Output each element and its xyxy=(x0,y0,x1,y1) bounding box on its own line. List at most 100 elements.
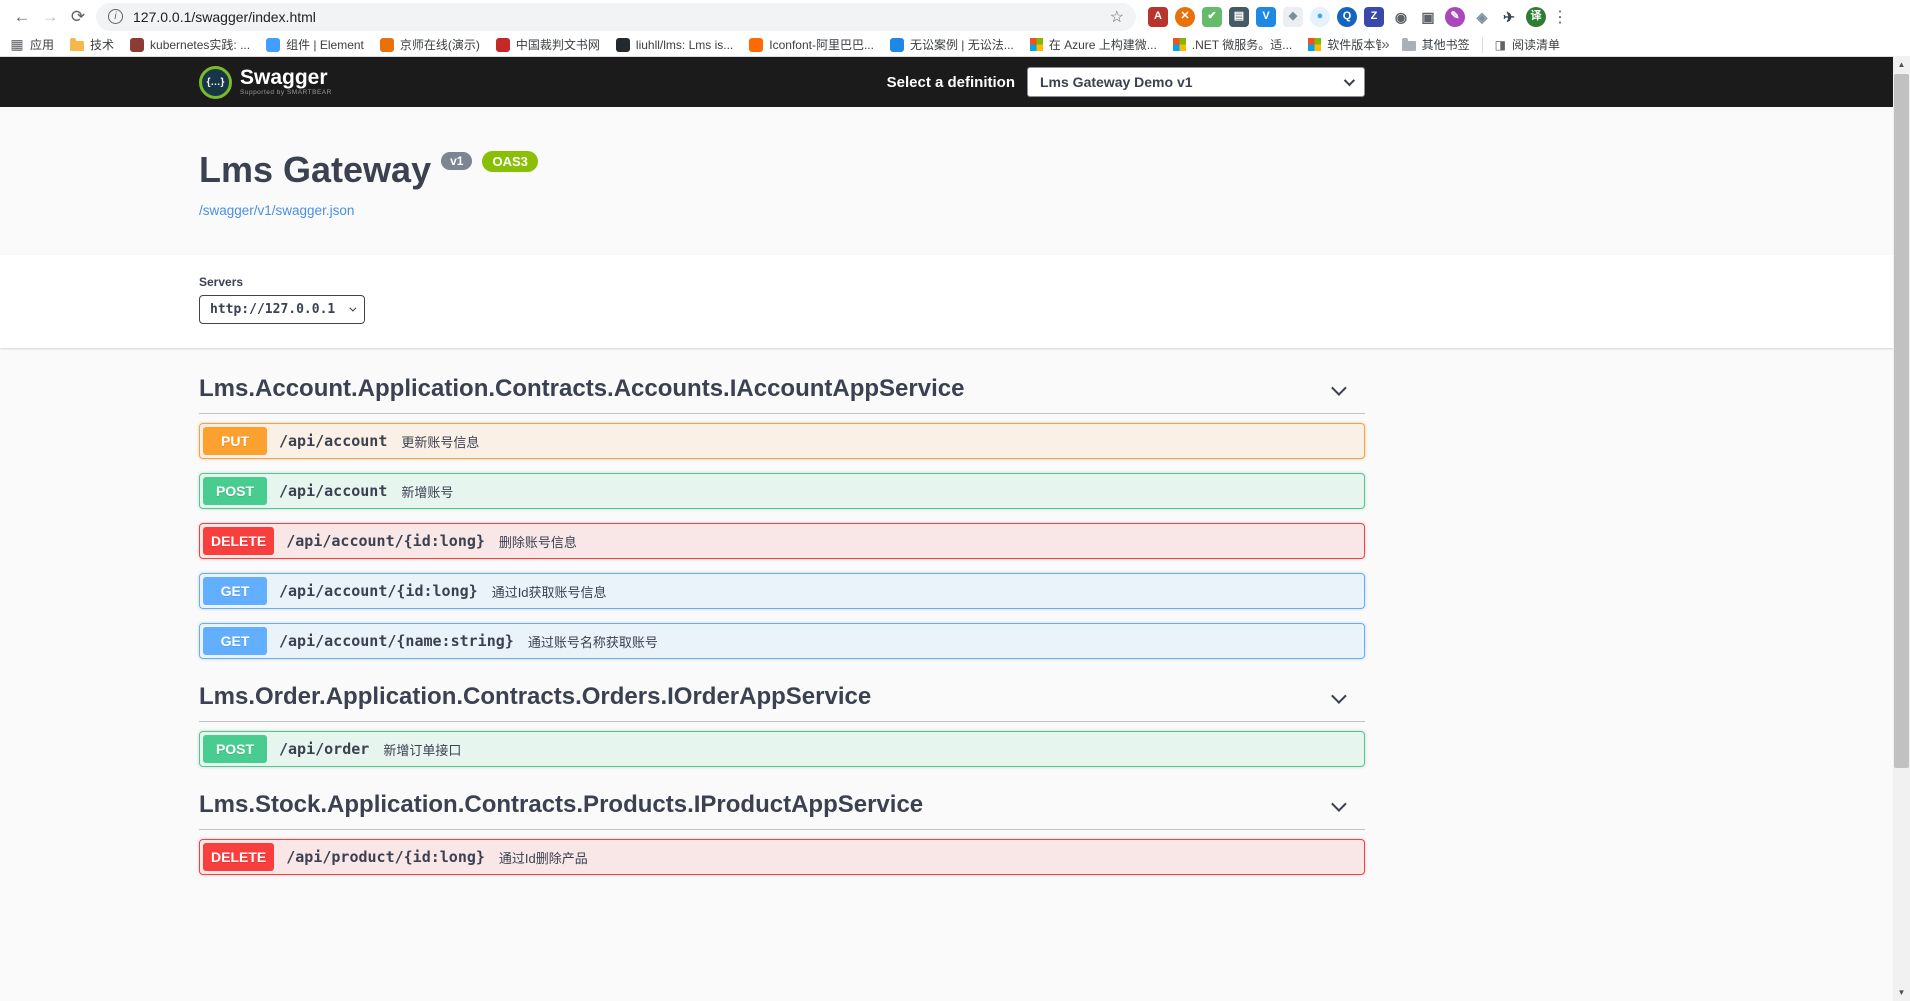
operation-row[interactable]: DELETE /api/product/{id:long} 通过Id删除产品 xyxy=(199,839,1365,875)
pin-extension-icon[interactable]: ◉ xyxy=(1391,7,1411,27)
blocker-extension-icon[interactable]: ✕ xyxy=(1175,7,1195,27)
bookmark-item[interactable]: 京师在线(演示) xyxy=(380,36,480,53)
chevron-down-icon xyxy=(1344,75,1355,86)
method-badge: GET xyxy=(203,577,267,605)
operation-row[interactable]: POST /api/account 新增账号 xyxy=(199,473,1365,509)
scroll-up-icon[interactable]: ▲ xyxy=(1893,56,1910,73)
bookmark-favicon xyxy=(890,38,904,52)
pen-extension-icon[interactable]: ✎ xyxy=(1445,7,1465,27)
other-bookmarks-label: 其他书签 xyxy=(1422,36,1470,53)
other-bookmarks[interactable]: 其他书签 xyxy=(1402,36,1470,53)
spec-link[interactable]: /swagger/v1/swagger.json xyxy=(199,203,354,218)
op-path: /api/account/{name:string} xyxy=(279,632,514,650)
bookmark-label: kubernetes实践: ... xyxy=(150,36,250,53)
scrollbar-thumb[interactable] xyxy=(1894,74,1909,768)
section-title: Lms.Order.Application.Contracts.Orders.I… xyxy=(199,683,871,711)
bookmark-item[interactable]: liuhll/lms: Lms is... xyxy=(616,38,733,52)
v-extension-icon[interactable]: V xyxy=(1256,7,1276,27)
api-info: Lms Gateway v1 OAS3 /swagger/v1/swagger.… xyxy=(199,107,1365,255)
op-path: /api/account xyxy=(279,482,387,500)
servers-select[interactable]: http://127.0.0.1 xyxy=(199,295,365,324)
api-title: Lms Gateway v1 OAS3 xyxy=(199,149,1365,191)
blue-dot-extension-icon[interactable]: ● xyxy=(1310,7,1330,27)
reload-icon[interactable]: ⟳ xyxy=(64,3,92,31)
back-icon[interactable]: ← xyxy=(8,3,36,31)
api-sections: Lms.Account.Application.Contracts.Accoun… xyxy=(199,348,1365,929)
bookmark-item[interactable]: 在 Azure 上构建微... xyxy=(1030,36,1157,53)
servers-select-value: http://127.0.0.1 xyxy=(210,302,335,317)
bookmark-favicon xyxy=(130,38,144,52)
bookmark-item[interactable]: ▦应用 xyxy=(10,36,54,53)
bookmark-favicon xyxy=(70,41,84,51)
servers-label: Servers xyxy=(199,275,1365,289)
reading-list[interactable]: ◨ 阅读清单 xyxy=(1495,36,1560,53)
browser-menu-icon[interactable]: ⋮ xyxy=(1546,3,1574,31)
bookmark-label: 无讼案例 | 无讼法... xyxy=(910,36,1014,53)
clipboard-extension-icon[interactable]: ▤ xyxy=(1229,7,1249,27)
definition-select[interactable]: Lms Gateway Demo v1 xyxy=(1027,67,1365,97)
search-q-extension-icon[interactable]: Q xyxy=(1337,7,1357,27)
bookmark-label: 组件 | Element xyxy=(286,36,364,53)
bookmark-label: Iconfont-阿里巴巴... xyxy=(769,36,874,53)
url-text: 127.0.0.1/swagger/index.html xyxy=(133,9,1110,25)
bookmark-favicon xyxy=(266,38,280,52)
screenshot-extension-icon[interactable]: ▣ xyxy=(1418,7,1438,27)
bookmarks-overflow-icon[interactable]: » xyxy=(1381,36,1389,53)
scroll-down-icon[interactable]: ▼ xyxy=(1893,984,1910,1001)
method-badge: POST xyxy=(203,735,267,763)
bookmark-favicon xyxy=(380,38,394,52)
definition-select-value: Lms Gateway Demo v1 xyxy=(1040,74,1193,90)
forward-icon[interactable]: → xyxy=(36,3,64,31)
section-title: Lms.Stock.Application.Contracts.Products… xyxy=(199,791,923,819)
bookmark-label: 中国裁判文书网 xyxy=(516,36,600,53)
extensions-tray: A ✕ ✔ ▤ V ◆ ● QZ ◉ ▣ ✎ ◈ ✈ 译 xyxy=(1148,7,1546,27)
bookmark-favicon xyxy=(1030,38,1043,51)
adguard-extension-icon[interactable]: ✔ xyxy=(1202,7,1222,27)
op-path: /api/product/{id:long} xyxy=(286,848,485,866)
operation-row[interactable]: GET /api/account/{name:string} 通过账号名称获取账… xyxy=(199,623,1365,659)
axure-extension-icon[interactable]: A xyxy=(1148,7,1168,27)
operation-row[interactable]: DELETE /api/account/{id:long} 删除账号信息 xyxy=(199,523,1365,559)
bookmark-favicon xyxy=(496,38,510,52)
bookmark-item[interactable]: .NET 微服务。适... xyxy=(1173,36,1292,53)
bookmark-item[interactable]: 中国裁判文书网 xyxy=(496,36,600,53)
bookmark-item[interactable]: kubernetes实践: ... xyxy=(130,36,250,53)
op-summary: 通过Id删除产品 xyxy=(499,848,588,867)
rocket-extension-icon[interactable]: ✈ xyxy=(1499,7,1519,27)
address-bar[interactable]: i 127.0.0.1/swagger/index.html ☆ xyxy=(96,3,1136,31)
operation-row[interactable]: GET /api/account/{id:long} 通过Id获取账号信息 xyxy=(199,573,1365,609)
page-scrollbar[interactable]: ▲ ▼ xyxy=(1893,56,1910,1001)
section-header[interactable]: Lms.Order.Application.Contracts.Orders.I… xyxy=(199,673,1365,722)
method-badge: GET xyxy=(203,627,267,655)
operation-row[interactable]: POST /api/order 新增订单接口 xyxy=(199,731,1365,767)
section-header[interactable]: Lms.Stock.Application.Contracts.Products… xyxy=(199,781,1365,830)
bookmark-item[interactable]: 无讼案例 | 无讼法... xyxy=(890,36,1014,53)
bookmark-item[interactable]: 组件 | Element xyxy=(266,36,364,53)
swagger-logo-subtitle: Supported by SMARTBEAR xyxy=(240,90,332,97)
reading-list-icon: ◨ xyxy=(1495,38,1506,52)
operation-row[interactable]: PUT /api/account 更新账号信息 xyxy=(199,423,1365,459)
shield-extension-icon[interactable]: ◆ xyxy=(1283,7,1303,27)
bookmarks-right: » 其他书签 ◨ 阅读清单 xyxy=(1381,36,1560,53)
chevron-down-icon xyxy=(1331,380,1347,396)
bookmark-item[interactable]: Iconfont-阿里巴巴... xyxy=(749,36,874,53)
api-title-text: Lms Gateway xyxy=(199,149,431,191)
method-badge: PUT xyxy=(203,427,267,455)
operation-list: POST /api/order 新增订单接口 xyxy=(199,731,1365,767)
bookmark-favicon xyxy=(749,38,763,52)
bookmark-favicon xyxy=(616,38,630,52)
translate-extension-icon[interactable]: 译 xyxy=(1526,7,1546,27)
chevron-down-icon xyxy=(1331,688,1347,704)
diamond-extension-icon[interactable]: ◈ xyxy=(1472,7,1492,27)
swagger-logo[interactable]: {…} Swagger Supported by SMARTBEAR xyxy=(199,66,332,99)
op-path: /api/account/{id:long} xyxy=(286,532,485,550)
bookmark-star-icon[interactable]: ☆ xyxy=(1110,7,1124,27)
section-title: Lms.Account.Application.Contracts.Accoun… xyxy=(199,375,964,403)
op-summary: 通过账号名称获取账号 xyxy=(528,632,658,651)
z-extension-icon[interactable]: Z xyxy=(1364,7,1384,27)
bookmark-item[interactable]: 软件版本管理中的... xyxy=(1308,36,1381,53)
site-info-icon[interactable]: i xyxy=(108,9,123,24)
bookmark-item[interactable]: 技术 xyxy=(70,36,114,53)
section-header[interactable]: Lms.Account.Application.Contracts.Accoun… xyxy=(199,365,1365,414)
servers-section: Servers http://127.0.0.1 xyxy=(0,255,1910,348)
